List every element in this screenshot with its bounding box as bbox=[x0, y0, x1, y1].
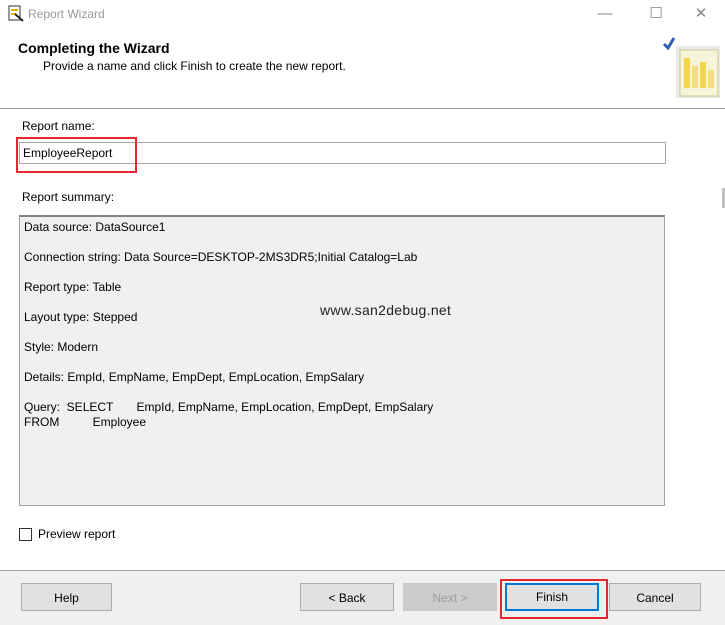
next-button[interactable]: Next > bbox=[403, 583, 497, 611]
minimize-icon[interactable]: — bbox=[590, 4, 620, 24]
maximize-icon[interactable]: ☐ bbox=[641, 4, 671, 24]
help-button[interactable]: Help bbox=[21, 583, 112, 611]
summary-data-source: Data source: DataSource1 bbox=[24, 220, 166, 234]
summary-connection-string: Connection string: Data Source=DESKTOP-2… bbox=[24, 250, 418, 264]
preview-report-checkbox[interactable] bbox=[19, 528, 32, 541]
summary-details: Details: EmpId, EmpName, EmpDept, EmpLoc… bbox=[24, 370, 365, 384]
wizard-header: Completing the Wizard Provide a name and… bbox=[0, 28, 725, 109]
watermark-text: www.san2debug.net bbox=[320, 302, 452, 318]
finish-button[interactable]: Finish bbox=[505, 583, 599, 611]
preview-report-label[interactable]: Preview report bbox=[38, 527, 115, 541]
close-icon[interactable]: ✕ bbox=[686, 4, 716, 24]
summary-query-select: Query: SELECT EmpId, EmpName, EmpLocatio… bbox=[24, 400, 434, 414]
wizard-report-graphic-icon bbox=[662, 37, 720, 98]
cancel-button[interactable]: Cancel bbox=[609, 583, 701, 611]
summary-report-type: Report type: Table bbox=[24, 280, 122, 294]
report-wizard-app-icon bbox=[8, 5, 24, 22]
page-title: Completing the Wizard bbox=[18, 40, 170, 56]
report-summary-box[interactable]: Data source: DataSource1 Connection stri… bbox=[19, 215, 665, 506]
page-subtitle: Provide a name and click Finish to creat… bbox=[43, 59, 346, 73]
report-name-input[interactable] bbox=[19, 142, 666, 164]
window-title: Report Wizard bbox=[28, 7, 105, 21]
back-button[interactable]: < Back bbox=[300, 583, 394, 611]
summary-query-from: FROM Employee bbox=[24, 415, 147, 429]
title-bar: Report Wizard — ☐ ✕ bbox=[0, 0, 725, 28]
report-summary-label: Report summary: bbox=[22, 190, 115, 204]
report-name-label: Report name: bbox=[22, 119, 95, 133]
summary-style: Style: Modern bbox=[24, 340, 99, 354]
